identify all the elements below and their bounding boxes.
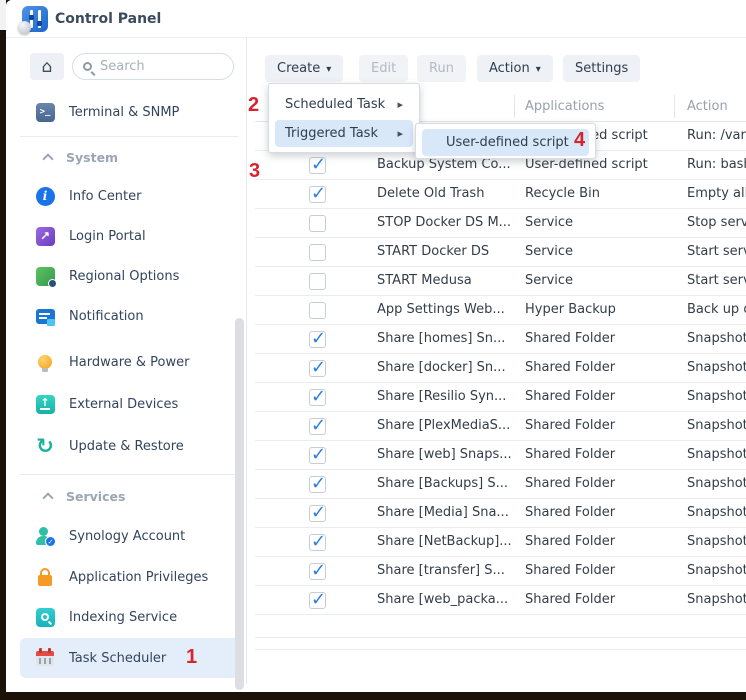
checkbox[interactable]: ✓ bbox=[309, 505, 326, 522]
menu-item-triggered-task[interactable]: Triggered Task ▸ bbox=[275, 120, 413, 147]
sidebar-item-login-portal[interactable]: ↗ Login Portal bbox=[20, 216, 242, 256]
home-icon: ⌂ bbox=[42, 57, 53, 77]
checkbox[interactable]: ✓ bbox=[309, 157, 326, 174]
sidebar-section-services[interactable]: Services bbox=[20, 484, 242, 508]
sidebar-item-terminal-snmp[interactable]: >_ Terminal & SNMP bbox=[20, 92, 242, 132]
sidebar-item-notification[interactable]: Notification bbox=[20, 296, 242, 336]
checkbox[interactable]: ✓ bbox=[309, 389, 326, 406]
annotation-step-4: 4 bbox=[574, 129, 585, 152]
table-row[interactable]: ✓ Share [NetBackup]... Shared Folder Sna… bbox=[255, 528, 746, 557]
table-row[interactable]: ✓ STOP Docker DS M... Service Stop servi… bbox=[255, 209, 746, 238]
action-button[interactable]: Action▾ bbox=[477, 55, 553, 82]
checkbox[interactable]: ✓ bbox=[309, 302, 326, 319]
window-title: Control Panel bbox=[55, 11, 161, 27]
checkbox[interactable]: ✓ bbox=[309, 447, 326, 464]
column-header-action[interactable]: Action bbox=[687, 99, 728, 114]
create-menu: Scheduled Task ▸ Triggered Task ▸ bbox=[268, 83, 420, 153]
table-row[interactable]: ✓ App Settings Web... Hyper Backup Back … bbox=[255, 296, 746, 325]
column-header-applications[interactable]: Applications bbox=[525, 99, 604, 114]
indexing-service-icon bbox=[34, 606, 56, 628]
table-row[interactable]: ✓ Share [web_packa... Shared Folder Snap… bbox=[255, 586, 746, 615]
search-icon bbox=[83, 62, 92, 71]
caret-down-icon: ▾ bbox=[536, 64, 541, 75]
task-scheduler-panel: Create▾ Edit Run Action▾ Settings Applic… bbox=[246, 38, 746, 684]
checkbox[interactable]: ✓ bbox=[309, 186, 326, 203]
title-bar: Control Panel bbox=[6, 0, 746, 38]
sidebar-scrollbar[interactable] bbox=[235, 318, 244, 690]
sidebar-item-task-scheduler[interactable]: Task Scheduler bbox=[20, 638, 242, 678]
table-row[interactable]: ✓ Share [Backups] S... Shared Folder Sna… bbox=[255, 470, 746, 499]
checkbox[interactable]: ✓ bbox=[309, 360, 326, 377]
regional-options-icon bbox=[34, 265, 56, 287]
search-input[interactable] bbox=[100, 59, 220, 74]
sidebar-item-indexing-service[interactable]: Indexing Service bbox=[20, 597, 242, 637]
sidebar-item-synology-account[interactable]: ✓ Synology Account bbox=[20, 516, 242, 556]
table-row[interactable]: ✓ Share [Resilio Syn... Shared Folder Sn… bbox=[255, 383, 746, 412]
checkbox[interactable]: ✓ bbox=[309, 563, 326, 580]
annotation-step-2: 2 bbox=[248, 94, 259, 117]
sidebar-item-info-center[interactable]: i Info Center bbox=[20, 176, 242, 216]
search-box[interactable] bbox=[72, 53, 234, 80]
external-devices-icon: ↑ bbox=[34, 393, 56, 415]
checkbox[interactable]: ✓ bbox=[309, 273, 326, 290]
synology-account-icon: ✓ bbox=[34, 525, 56, 547]
submenu-arrow-icon: ▸ bbox=[397, 127, 403, 140]
table-row[interactable]: ✓ START Docker DS Service Start servic bbox=[255, 238, 746, 267]
notification-icon bbox=[34, 305, 56, 327]
sidebar-divider bbox=[20, 136, 238, 137]
table-footer-line bbox=[255, 637, 746, 638]
checkbox[interactable]: ✓ bbox=[309, 244, 326, 261]
home-button[interactable]: ⌂ bbox=[30, 53, 64, 80]
checkbox[interactable]: ✓ bbox=[309, 592, 326, 609]
login-portal-icon: ↗ bbox=[34, 225, 56, 247]
table-row[interactable]: ✓ Share [homes] Sn... Shared Folder Snap… bbox=[255, 325, 746, 354]
table-row[interactable]: ✓ Share [Media] Sna... Shared Folder Sna… bbox=[255, 499, 746, 528]
menu-item-user-defined-script[interactable]: User-defined script bbox=[422, 129, 589, 156]
create-button[interactable]: Create▾ bbox=[265, 55, 343, 82]
chevron-up-icon bbox=[42, 153, 53, 164]
terminal-icon: >_ bbox=[34, 101, 56, 123]
edit-button[interactable]: Edit bbox=[359, 55, 408, 82]
table-row[interactable]: ✓ Share [web] Snaps... Shared Folder Sna… bbox=[255, 441, 746, 470]
application-privileges-icon bbox=[34, 566, 56, 588]
task-scheduler-icon bbox=[34, 647, 56, 669]
update-restore-icon: ↻ bbox=[34, 435, 56, 457]
checkbox[interactable]: ✓ bbox=[309, 215, 326, 232]
annotation-step-1: 1 bbox=[186, 646, 197, 669]
sidebar-section-system[interactable]: System bbox=[20, 145, 242, 169]
sidebar-divider bbox=[20, 474, 238, 475]
sidebar-item-update-restore[interactable]: ↻ Update & Restore bbox=[20, 426, 242, 466]
table-row[interactable]: ✓ START Medusa Service Start servic bbox=[255, 267, 746, 296]
sidebar-item-application-privileges[interactable]: Application Privileges bbox=[20, 557, 242, 597]
submenu-arrow-icon: ▸ bbox=[397, 98, 403, 111]
settings-button[interactable]: Settings bbox=[563, 55, 640, 82]
checkbox[interactable]: ✓ bbox=[309, 418, 326, 435]
hardware-power-icon bbox=[34, 351, 56, 373]
chevron-up-icon bbox=[42, 492, 53, 503]
triggered-task-submenu: User-defined script bbox=[415, 123, 596, 159]
table-footer-line bbox=[255, 649, 746, 650]
sidebar-item-regional-options[interactable]: Regional Options bbox=[20, 256, 242, 296]
control-panel-icon bbox=[22, 6, 48, 32]
sidebar-item-external-devices[interactable]: ↑ External Devices bbox=[20, 384, 242, 424]
table-row[interactable]: ✓ Delete Old Trash Recycle Bin Empty all… bbox=[255, 180, 746, 209]
run-button[interactable]: Run bbox=[417, 55, 466, 82]
sidebar-item-hardware-power[interactable]: Hardware & Power bbox=[20, 342, 242, 382]
table-row[interactable]: ✓ Share [PlexMediaS... Shared Folder Sna… bbox=[255, 412, 746, 441]
annotation-step-3: 3 bbox=[249, 160, 260, 183]
info-center-icon: i bbox=[34, 185, 56, 207]
table-row[interactable]: ✓ Share [transfer] S... Shared Folder Sn… bbox=[255, 557, 746, 586]
table-row[interactable]: ✓ Share [docker] Sn... Shared Folder Sna… bbox=[255, 354, 746, 383]
checkbox[interactable]: ✓ bbox=[309, 331, 326, 348]
menu-item-scheduled-task[interactable]: Scheduled Task ▸ bbox=[275, 91, 413, 118]
control-panel-window: Control Panel ⌂ >_ Terminal & SNMP Syste… bbox=[6, 0, 746, 692]
caret-down-icon: ▾ bbox=[326, 64, 331, 75]
sidebar: ⌂ >_ Terminal & SNMP System i Info Cente… bbox=[12, 38, 246, 684]
checkbox[interactable]: ✓ bbox=[309, 534, 326, 551]
checkbox[interactable]: ✓ bbox=[309, 476, 326, 493]
